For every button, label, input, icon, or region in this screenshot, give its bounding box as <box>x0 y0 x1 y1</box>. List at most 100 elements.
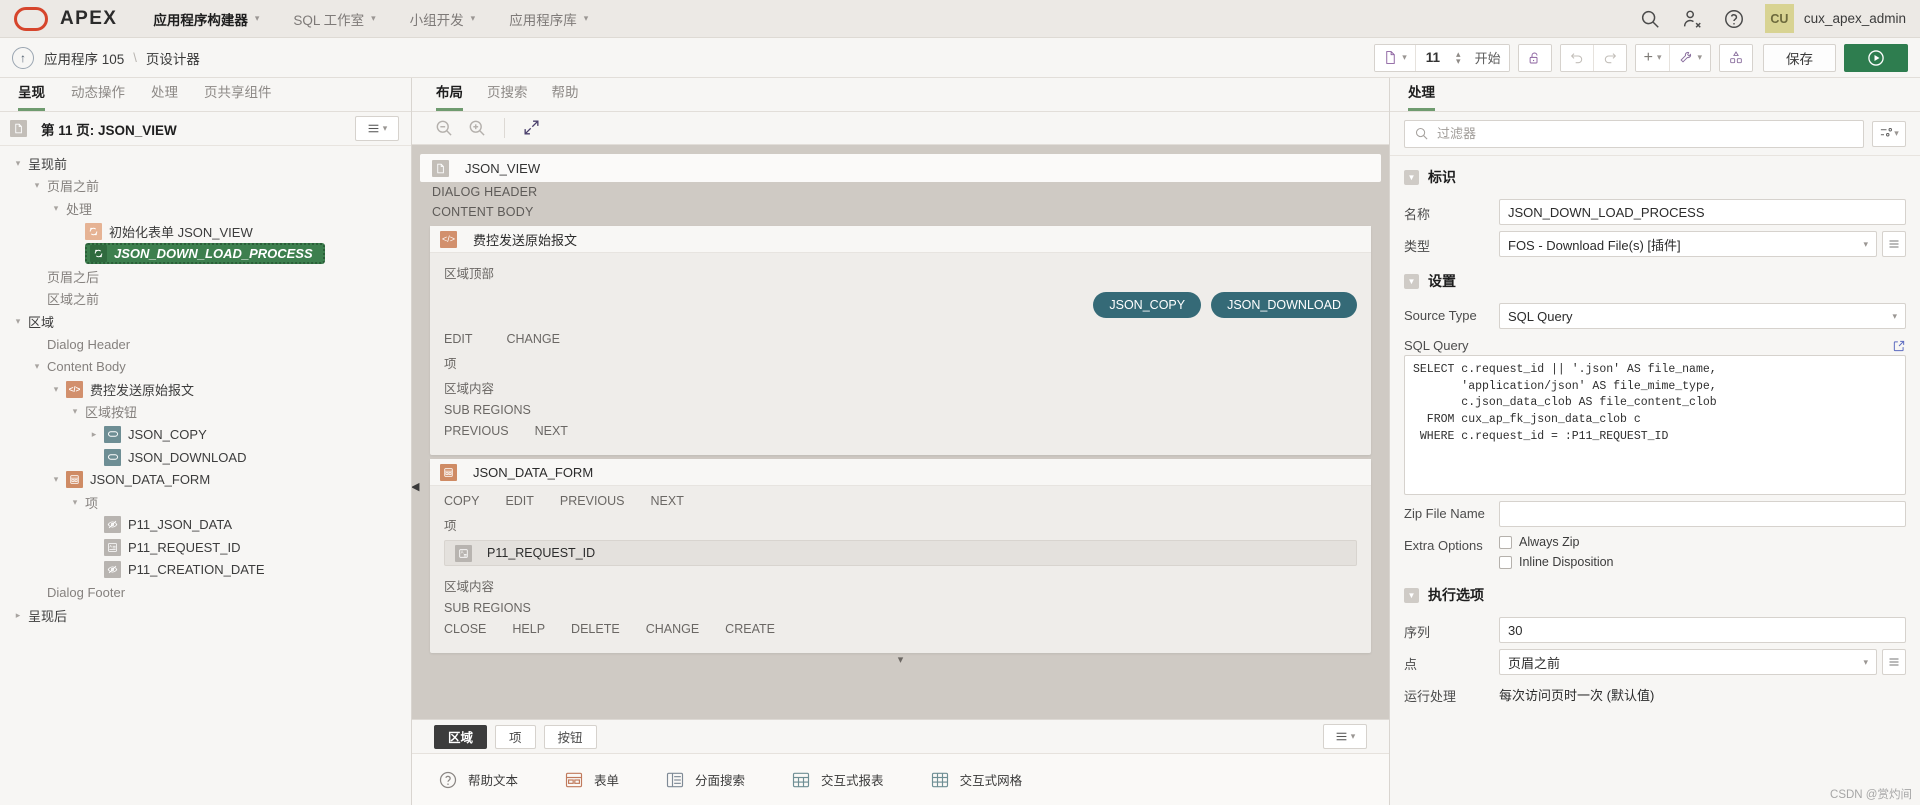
tree-node-content[interactable]: 区域之前 <box>47 289 99 308</box>
nav-item-team-development[interactable]: 小组开发 ▾ <box>410 9 476 29</box>
tree-node-content[interactable]: 处理 <box>66 199 92 218</box>
tree-node-content[interactable]: Dialog Footer <box>47 585 125 600</box>
nav-item-sql-workshop[interactable]: SQL 工作室 ▾ <box>293 9 375 29</box>
process-type-select[interactable]: FOS - Download File(s) [插件] ▾ <box>1499 231 1877 257</box>
region-content-label[interactable]: 区域内容 <box>444 378 1357 397</box>
tree-node-selected[interactable]: JSON_DOWN_LOAD_PROCESS <box>85 243 325 265</box>
zone-dialog-header[interactable]: DIALOG HEADER <box>420 182 1381 202</box>
tree-node-content[interactable]: P11_CREATION_DATE <box>104 561 265 579</box>
gallery-tab-items[interactable]: 项 <box>495 724 536 749</box>
process-name-input[interactable]: JSON_DOWN_LOAD_PROCESS <box>1499 199 1906 225</box>
tree-node[interactable]: 页眉之后 <box>0 265 411 288</box>
position-change[interactable]: CHANGE <box>646 622 699 636</box>
sub-regions-label[interactable]: SUB REGIONS <box>444 601 531 615</box>
button-json-copy[interactable]: JSON_COPY <box>1093 292 1202 318</box>
position-change[interactable]: CHANGE <box>506 332 559 346</box>
tree-node[interactable]: ▾ 处理 <box>0 197 411 220</box>
tab-process-properties[interactable]: 处理 <box>1408 81 1435 111</box>
gallery-menu-button[interactable]: ▾ <box>1323 724 1367 749</box>
breadcrumb-app[interactable]: 应用程序 105 <box>44 48 124 68</box>
tab-layout[interactable]: 布局 <box>436 81 463 111</box>
region-header[interactable]: JSON_DATA_FORM <box>430 459 1371 486</box>
navigate-up-button[interactable]: ↑ <box>12 46 34 69</box>
tree-node[interactable]: ▾ Content Body <box>0 355 411 378</box>
point-list-button[interactable] <box>1882 649 1906 675</box>
add-component-button[interactable]: + ▾ <box>1635 44 1671 71</box>
tab-page-shared-components[interactable]: 页共享组件 <box>204 81 272 111</box>
tree-node[interactable]: P11_JSON_DATA <box>0 514 411 537</box>
tab-help[interactable]: 帮助 <box>552 81 579 111</box>
zone-content-body[interactable]: CONTENT BODY <box>420 202 1381 222</box>
tree-node[interactable]: ▾ JSON_DATA_FORM <box>0 468 411 491</box>
expand-icon[interactable] <box>522 118 542 138</box>
tree-node-content[interactable]: 页眉之后 <box>47 267 99 286</box>
chevron-down-icon[interactable]: ▾ <box>65 497 85 508</box>
chevron-down-icon[interactable]: ▾ <box>27 180 47 191</box>
run-process-select[interactable]: 每次访问页时一次 (默认值) <box>1499 681 1906 707</box>
page-picker-button[interactable]: ▾ <box>1375 44 1416 71</box>
gallery-item-help-text[interactable]: 帮助文本 <box>438 770 518 790</box>
tree-node[interactable]: 初始化表单 JSON_VIEW <box>0 220 411 243</box>
region-top-label[interactable]: 区域顶部 <box>444 263 1357 282</box>
collapse-left-pane-handle[interactable]: ◀ <box>412 475 421 497</box>
chevron-down-icon[interactable]: ▾ <box>8 316 28 327</box>
tree-node[interactable]: ▾ 区域按钮 <box>0 401 411 424</box>
tree-node[interactable]: ▾ </> 费控发送原始报文 <box>0 378 411 401</box>
tree-node[interactable]: Dialog Footer <box>0 581 411 604</box>
position-previous[interactable]: PREVIOUS <box>560 494 625 508</box>
layout-page-card[interactable]: JSON_VIEW <box>420 154 1381 182</box>
tree-node-content[interactable]: JSON_COPY <box>104 425 207 443</box>
tree-node-content[interactable]: 页眉之前 <box>47 176 99 195</box>
gallery-item-form[interactable]: 表单 <box>564 770 619 790</box>
checkbox-inline-disposition[interactable]: Inline Disposition <box>1499 553 1614 571</box>
avatar[interactable]: CU <box>1764 4 1794 33</box>
redo-button[interactable] <box>1593 44 1626 71</box>
start-button[interactable]: 开始 <box>1466 44 1509 71</box>
tab-rendering[interactable]: 呈现 <box>18 81 45 111</box>
tree-node-content[interactable]: 初始化表单 JSON_VIEW <box>85 222 253 241</box>
tree-node-content[interactable]: P11_JSON_DATA <box>104 516 232 534</box>
layout-item-p11-request-id[interactable]: A P11_REQUEST_ID <box>444 540 1357 566</box>
page-number-value[interactable]: 11 <box>1416 50 1450 65</box>
components-button[interactable] <box>1720 44 1752 71</box>
property-filter-input[interactable] <box>1437 126 1854 141</box>
gallery-tab-regions[interactable]: 区域 <box>434 724 488 749</box>
source-type-select[interactable]: SQL Query ▾ <box>1499 303 1906 329</box>
property-group-identification[interactable]: ▼ 标识 <box>1390 156 1920 196</box>
position-create[interactable]: CREATE <box>725 622 775 636</box>
property-filter-menu-button[interactable]: ▾ <box>1872 120 1906 147</box>
region-content-label[interactable]: 区域内容 <box>444 576 1357 595</box>
tree-node-content[interactable]: JSON_DOWNLOAD <box>104 448 246 466</box>
gallery-item-interactive-grid[interactable]: 交互式网格 <box>930 770 1022 790</box>
position-close[interactable]: CLOSE <box>444 622 486 636</box>
sequence-input[interactable]: 30 <box>1499 617 1906 643</box>
position-copy[interactable]: COPY <box>444 494 479 508</box>
property-filter-box[interactable] <box>1404 119 1864 148</box>
tree-menu-button[interactable]: ▾ <box>355 116 399 141</box>
tab-processing[interactable]: 处理 <box>151 81 178 111</box>
tree-node[interactable]: P11_CREATION_DATE <box>0 559 411 582</box>
layout-region-json-data-form[interactable]: JSON_DATA_FORM COPY EDIT PREVIOUS NEXT 项… <box>430 459 1371 653</box>
region-items-label[interactable]: 项 <box>444 515 1357 534</box>
tree-node[interactable]: Dialog Header <box>0 333 411 356</box>
tree-node[interactable]: A P11_REQUEST_ID <box>0 536 411 559</box>
tab-page-search[interactable]: 页搜索 <box>487 81 528 111</box>
zoom-in-icon[interactable] <box>467 118 487 138</box>
page-number-stepper[interactable]: ▴ ▾ <box>1450 49 1467 65</box>
tree-node-content[interactable]: 区域按钮 <box>85 402 137 421</box>
tree-node[interactable]: JSON_DOWNLOAD <box>0 446 411 469</box>
sub-regions-label[interactable]: SUB REGIONS <box>444 403 531 417</box>
property-group-execution-options[interactable]: ▼ 执行选项 <box>1390 574 1920 614</box>
utilities-button[interactable]: ▾ <box>1670 44 1710 71</box>
tab-dynamic-actions[interactable]: 动态操作 <box>71 81 125 111</box>
sql-query-expand-icon[interactable] <box>1892 339 1906 353</box>
tree-node-content[interactable]: 呈现后 <box>28 606 67 625</box>
tree-node[interactable]: ▸ JSON_COPY <box>0 423 411 446</box>
property-group-settings[interactable]: ▼ 设置 <box>1390 260 1920 300</box>
layout-region-fee-control[interactable]: </> 费控发送原始报文 区域顶部 JSON_COPY JSON_DOWNLOA… <box>430 226 1371 455</box>
position-edit[interactable]: EDIT <box>444 332 472 346</box>
tree-node[interactable]: JSON_DOWN_LOAD_PROCESS <box>0 242 411 265</box>
tree-root-title[interactable]: 第 11 页: JSON_VIEW <box>10 119 177 139</box>
position-previous[interactable]: PREVIOUS <box>444 424 509 438</box>
chevron-down-icon[interactable]: ▾ <box>46 474 66 485</box>
